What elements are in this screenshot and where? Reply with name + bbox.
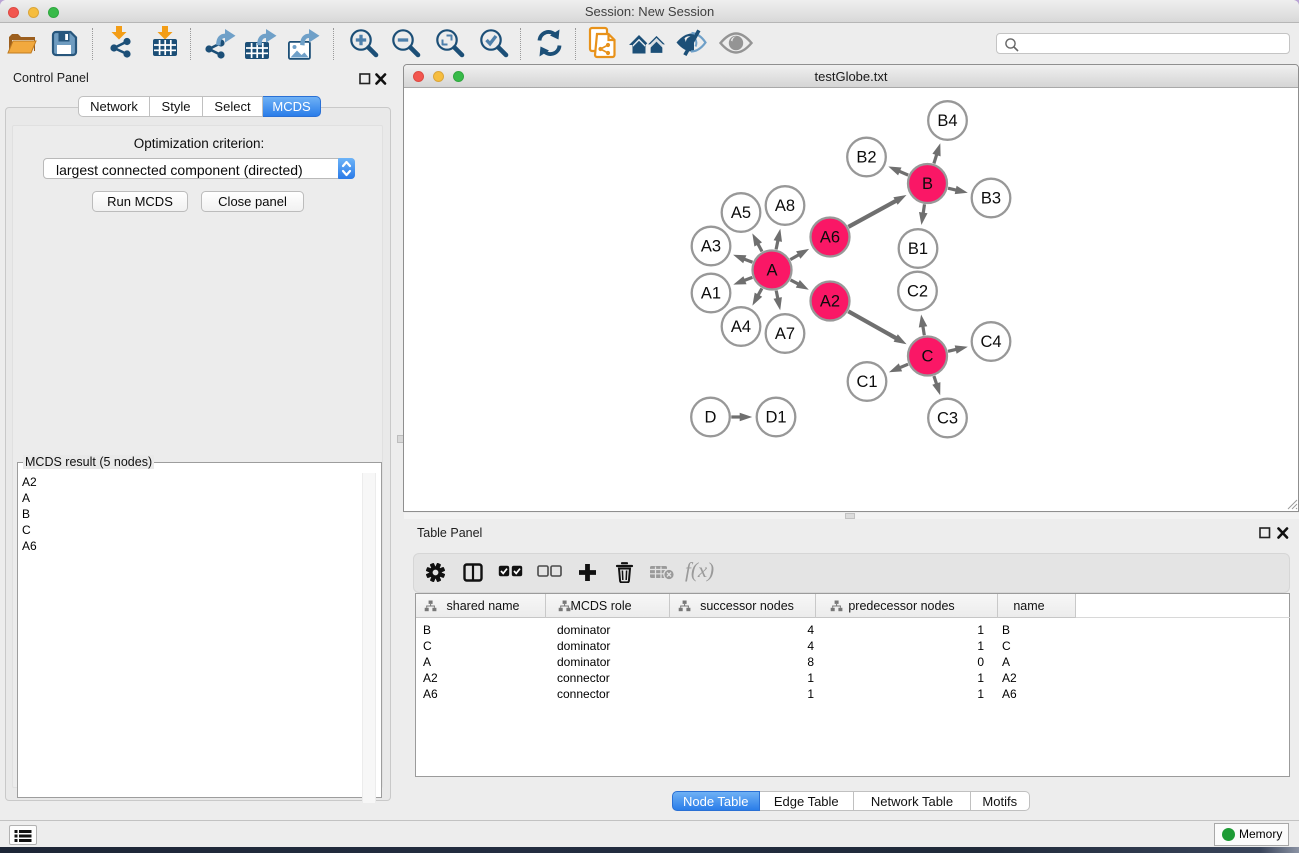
- svg-text:C1: C1: [856, 373, 877, 391]
- svg-text:C4: C4: [980, 333, 1001, 351]
- svg-text:D: D: [705, 409, 717, 427]
- svg-text:C3: C3: [937, 410, 958, 428]
- svg-text:A7: A7: [775, 325, 795, 343]
- svg-text:C2: C2: [907, 283, 928, 301]
- svg-text:B1: B1: [908, 240, 928, 258]
- svg-text:B4: B4: [937, 112, 957, 130]
- svg-text:B: B: [922, 175, 933, 193]
- svg-text:A2: A2: [820, 293, 840, 311]
- svg-text:A6: A6: [820, 229, 840, 247]
- svg-text:B2: B2: [856, 149, 876, 167]
- svg-text:A1: A1: [701, 285, 721, 303]
- svg-text:A8: A8: [775, 197, 795, 215]
- svg-text:A4: A4: [731, 318, 751, 336]
- svg-text:D1: D1: [765, 409, 786, 427]
- svg-text:A: A: [766, 262, 777, 280]
- svg-text:C: C: [922, 348, 934, 366]
- svg-text:B3: B3: [981, 190, 1001, 208]
- svg-text:A3: A3: [701, 238, 721, 256]
- svg-text:A5: A5: [731, 204, 751, 222]
